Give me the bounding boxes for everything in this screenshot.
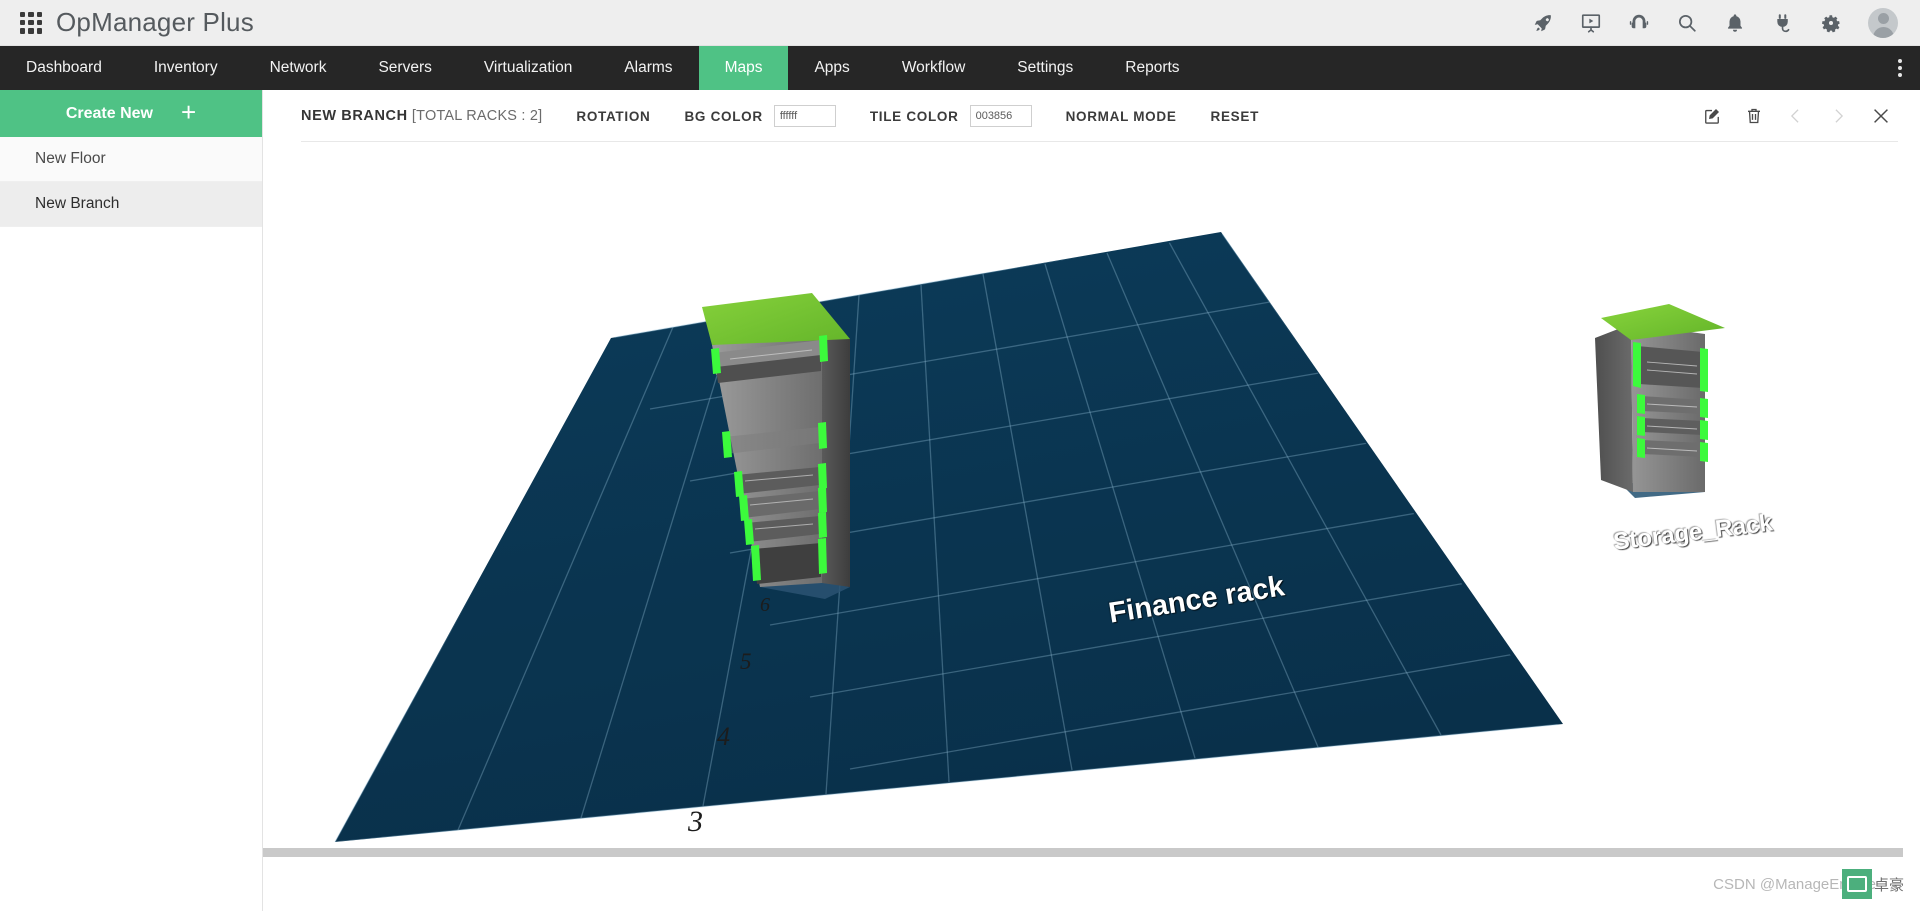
nav-item-alarms[interactable]: Alarms bbox=[598, 46, 698, 90]
edit-icon[interactable] bbox=[1702, 106, 1722, 126]
rack-map-stage[interactable]: 9 8 7 6 5 4 3 2 bbox=[263, 142, 1920, 857]
nav-item-workflow[interactable]: Workflow bbox=[876, 46, 991, 90]
main-navigation-bar: Dashboard Inventory Network Servers Virt… bbox=[0, 46, 1920, 90]
normal-mode-button[interactable]: NORMAL MODE bbox=[1066, 109, 1177, 124]
map-toolbar: NEW BRANCH [TOTAL RACKS : 2] ROTATION BG… bbox=[263, 90, 1920, 142]
total-racks-label: [TOTAL RACKS : 2] bbox=[408, 108, 543, 124]
rack-left-side bbox=[1595, 324, 1633, 492]
row-number-4: 4 bbox=[717, 722, 730, 752]
rack-storage[interactable] bbox=[1593, 302, 1773, 542]
rocket-icon[interactable] bbox=[1532, 12, 1554, 34]
nav-item-inventory[interactable]: Inventory bbox=[128, 46, 244, 90]
maps-sidebar: Create New + New Floor New Branch bbox=[0, 90, 263, 911]
create-new-button[interactable]: Create New + bbox=[0, 90, 262, 137]
row-number-5: 5 bbox=[740, 649, 752, 675]
sidebar-item-label: New Branch bbox=[35, 195, 119, 213]
header-icon-group bbox=[1532, 8, 1920, 38]
tile-color-input[interactable] bbox=[970, 105, 1032, 127]
search-icon[interactable] bbox=[1676, 12, 1698, 34]
delete-icon[interactable] bbox=[1744, 106, 1764, 126]
nav-item-dashboard[interactable]: Dashboard bbox=[0, 46, 128, 90]
rack-top-green bbox=[702, 293, 850, 345]
bg-color-label: BG COLOR bbox=[684, 109, 762, 124]
nav-item-settings[interactable]: Settings bbox=[991, 46, 1099, 90]
nav-item-virtualization[interactable]: Virtualization bbox=[458, 46, 598, 90]
chevron-right-icon bbox=[1828, 106, 1848, 126]
sidebar-item-new-branch[interactable]: New Branch bbox=[0, 182, 262, 227]
reset-button[interactable]: RESET bbox=[1211, 109, 1260, 124]
app-title: OpManager Plus bbox=[56, 7, 254, 38]
nav-overflow-menu-icon[interactable] bbox=[1880, 46, 1920, 90]
create-new-label: Create New bbox=[66, 105, 153, 123]
map-title: NEW BRANCH [TOTAL RACKS : 2] bbox=[301, 108, 542, 124]
plus-icon: + bbox=[181, 99, 196, 125]
nav-item-reports[interactable]: Reports bbox=[1099, 46, 1205, 90]
chevron-left-icon bbox=[1786, 106, 1806, 126]
top-header-bar: OpManager Plus bbox=[0, 0, 1920, 46]
map-main-panel: NEW BRANCH [TOTAL RACKS : 2] ROTATION BG… bbox=[263, 90, 1920, 911]
bell-icon[interactable] bbox=[1724, 12, 1746, 34]
scrollbar-thumb[interactable] bbox=[263, 848, 1903, 857]
rotation-button[interactable]: ROTATION bbox=[576, 109, 650, 124]
presentation-icon[interactable] bbox=[1580, 12, 1602, 34]
gear-icon[interactable] bbox=[1820, 12, 1842, 34]
watermark-suffix: 卓豪 bbox=[1874, 874, 1904, 895]
rack-finance[interactable] bbox=[700, 287, 960, 637]
plug-icon[interactable] bbox=[1772, 12, 1794, 34]
bg-color-input[interactable] bbox=[774, 105, 836, 127]
nav-item-apps[interactable]: Apps bbox=[788, 46, 875, 90]
tile-color-label: TILE COLOR bbox=[870, 109, 959, 124]
watermark: CSDN @ManageEngine 卓豪 bbox=[1713, 869, 1904, 899]
map-horizontal-scrollbar[interactable] bbox=[263, 847, 1920, 857]
nav-item-servers[interactable]: Servers bbox=[352, 46, 457, 90]
manageengine-logo-icon bbox=[1842, 869, 1872, 899]
close-icon[interactable] bbox=[1870, 105, 1892, 127]
map-name: NEW BRANCH bbox=[301, 108, 408, 124]
toolbar-action-group bbox=[1702, 105, 1920, 127]
headset-icon[interactable] bbox=[1628, 12, 1650, 34]
row-number-3: 3 bbox=[688, 805, 703, 839]
sidebar-item-new-floor[interactable]: New Floor bbox=[0, 137, 262, 182]
nav-item-network[interactable]: Network bbox=[244, 46, 353, 90]
apps-grid-icon[interactable] bbox=[20, 12, 42, 34]
sidebar-item-label: New Floor bbox=[35, 150, 106, 168]
nav-item-maps[interactable]: Maps bbox=[699, 46, 789, 90]
avatar[interactable] bbox=[1868, 8, 1898, 38]
